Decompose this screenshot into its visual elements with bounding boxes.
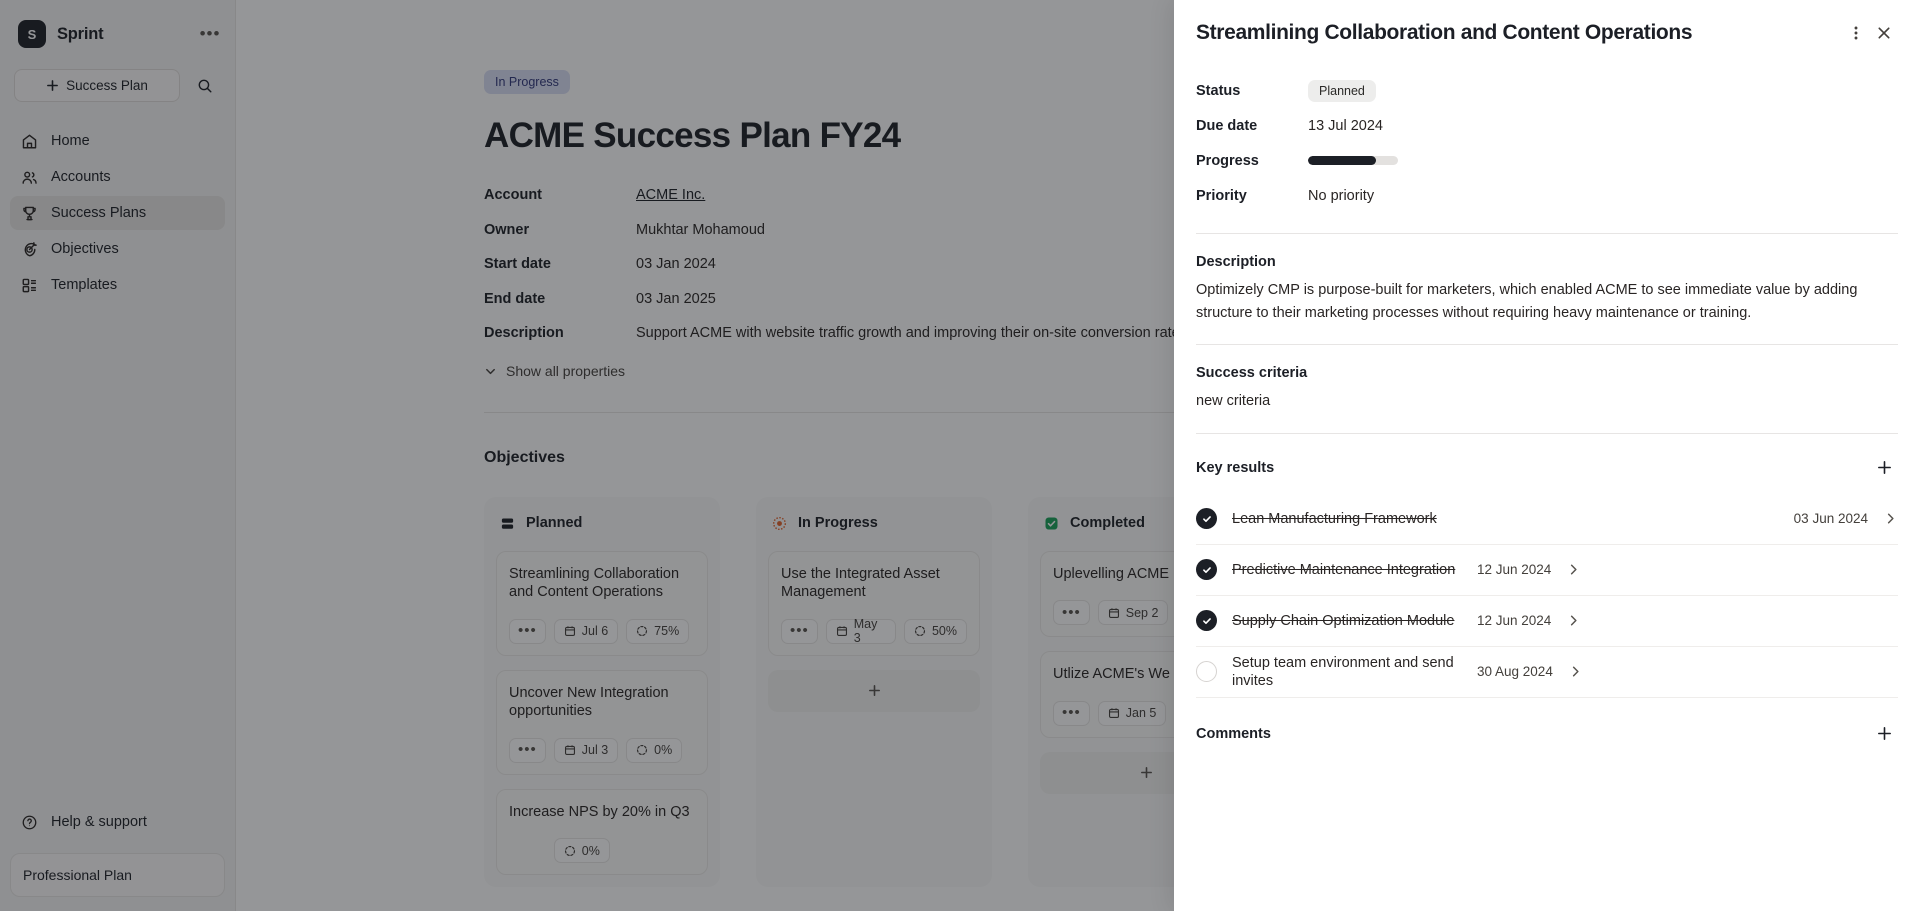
drawer-divider (1196, 432, 1898, 434)
drawer-close-button[interactable] (1870, 19, 1898, 47)
key-result-row[interactable]: Setup team environment and send invites … (1196, 647, 1898, 698)
key-result-date: 03 Jun 2024 (1793, 511, 1868, 527)
chevron-right-icon[interactable] (1566, 562, 1581, 577)
close-icon (1875, 24, 1893, 42)
drawer-divider (1196, 344, 1898, 346)
key-result-name: Setup team environment and send invites (1232, 654, 1454, 689)
drawer-title: Streamlining Collaboration and Content O… (1196, 21, 1693, 44)
progress-bar-fill (1308, 156, 1376, 166)
plus-icon (1876, 725, 1893, 742)
chevron-right-icon[interactable] (1566, 613, 1581, 628)
key-result-checkbox[interactable] (1196, 610, 1217, 632)
kebab-menu-icon (1847, 24, 1865, 42)
drawer-property-label: Progress (1196, 152, 1259, 169)
status-pill[interactable]: Planned (1308, 79, 1376, 102)
drawer-more-button[interactable] (1842, 19, 1870, 47)
chevron-right-icon[interactable] (1568, 664, 1583, 679)
key-result-checkbox[interactable] (1196, 559, 1217, 581)
drawer-divider (1196, 233, 1898, 235)
key-result-date: 12 Jun 2024 (1477, 613, 1552, 629)
key-results-heading: Key results (1196, 459, 1275, 476)
key-result-row[interactable]: Lean Manufacturing Framework 03 Jun 2024 (1196, 494, 1898, 545)
drawer-property-label: Due date (1196, 117, 1258, 134)
key-result-row[interactable]: Predictive Maintenance Integration 12 Ju… (1196, 545, 1898, 596)
success-criteria-heading: Success criteria (1196, 365, 1308, 382)
key-result-row[interactable]: Supply Chain Optimization Module 12 Jun … (1196, 596, 1898, 647)
add-key-result-button[interactable] (1870, 454, 1898, 482)
key-result-name: Supply Chain Optimization Module (1232, 612, 1455, 629)
drawer-property-progress: Progress (1196, 143, 1898, 178)
drawer-property-label: Status (1196, 82, 1241, 99)
description-text[interactable]: Optimizely CMP is purpose-built for mark… (1196, 279, 1898, 324)
key-result-name: Lean Manufacturing Framework (1232, 510, 1437, 527)
objective-detail-drawer: Streamlining Collaboration and Content O… (1174, 0, 1920, 911)
key-results-list: Lean Manufacturing Framework 03 Jun 2024… (1196, 494, 1898, 698)
success-criteria-text[interactable]: new criteria (1196, 390, 1898, 412)
priority-value[interactable]: No priority (1308, 188, 1374, 204)
key-result-checkbox[interactable] (1196, 508, 1217, 530)
drawer-property-priority: Priority No priority (1196, 178, 1898, 213)
due-date-value[interactable]: 13 Jul 2024 (1308, 118, 1383, 134)
key-result-date: 30 Aug 2024 (1477, 664, 1553, 680)
drawer-property-status: Status Planned (1196, 73, 1898, 108)
plus-icon (1876, 459, 1893, 476)
description-heading: Description (1196, 254, 1276, 271)
chevron-right-icon[interactable] (1883, 511, 1898, 526)
drawer-property-due-date: Due date 13 Jul 2024 (1196, 108, 1898, 143)
add-comment-button[interactable] (1870, 720, 1898, 748)
modal-overlay[interactable] (0, 0, 1174, 911)
drawer-property-label: Priority (1196, 187, 1247, 204)
key-result-name: Predictive Maintenance Integration (1232, 561, 1456, 578)
key-result-date: 12 Jun 2024 (1477, 562, 1552, 578)
progress-bar[interactable] (1308, 156, 1398, 166)
comments-heading: Comments (1196, 725, 1271, 742)
key-result-checkbox[interactable] (1196, 661, 1217, 683)
